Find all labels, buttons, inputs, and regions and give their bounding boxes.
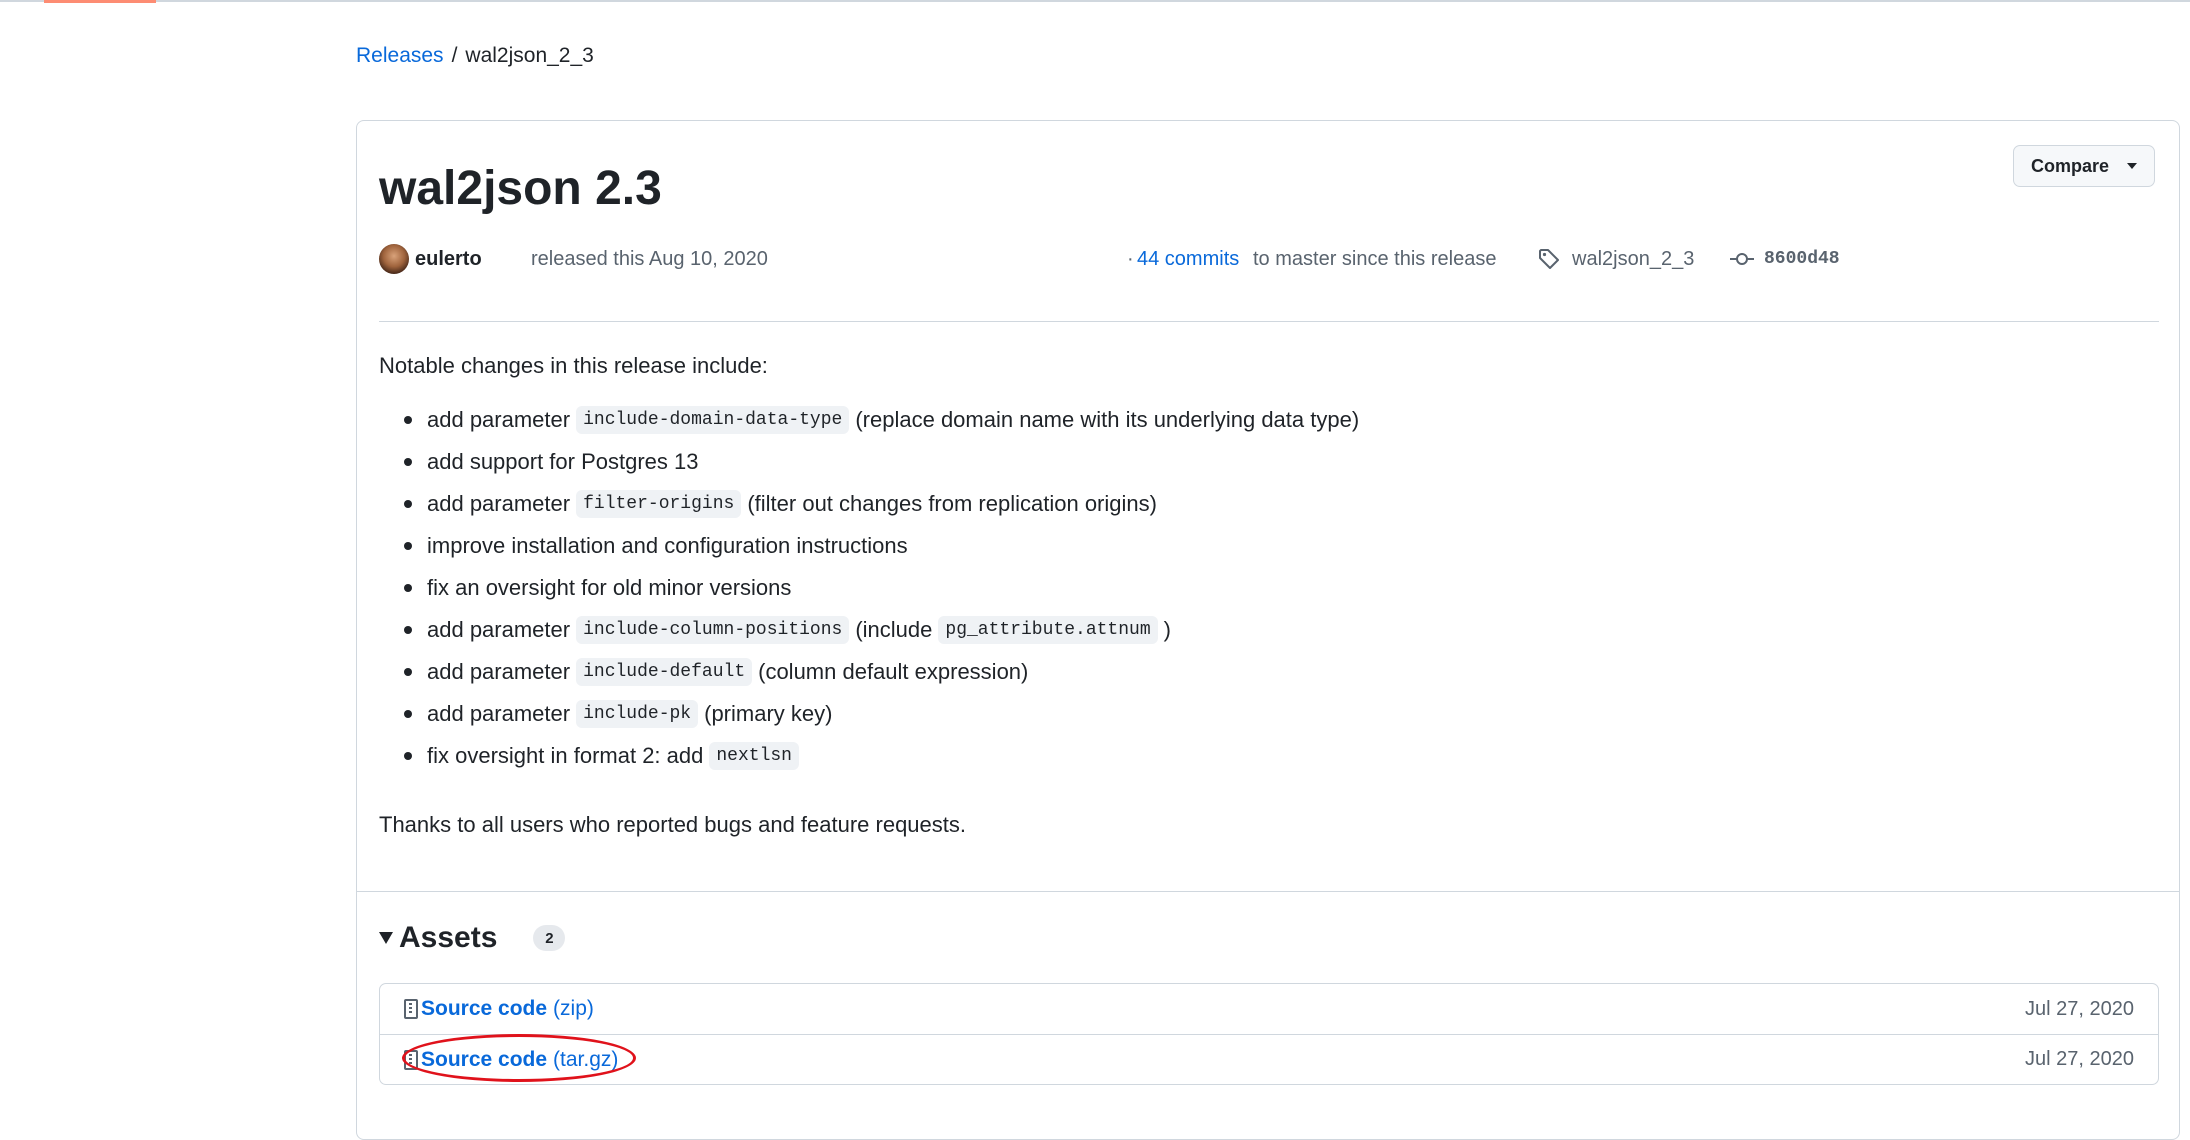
compare-button[interactable]: Compare [2013, 145, 2155, 187]
commits-link[interactable]: 44 commits [1137, 243, 1239, 275]
notes-intro: Notable changes in this release include: [379, 353, 768, 378]
asset-ext: (tar.gz) [553, 1047, 619, 1071]
asset-link-zip[interactable]: Source code (zip) [421, 997, 594, 1021]
asset-date: Jul 27, 2020 [2025, 997, 2134, 1020]
list-item: improve installation and configuration i… [379, 525, 1359, 567]
notes-list: add parameter include-domain-data-type (… [379, 399, 1359, 777]
active-tab-underline [44, 0, 156, 3]
asset-name: Source code [421, 1047, 548, 1071]
author-link[interactable]: eulerto [415, 243, 482, 275]
git-commit-icon [1729, 243, 1755, 275]
list-item: add parameter include-column-positions (… [379, 609, 1359, 651]
asset-row-targz: Source code (tar.gz) Jul 27, 2020 [380, 1034, 2158, 1084]
list-item-text: (replace domain name with its underlying… [855, 407, 1360, 432]
breadcrumb-current: wal2json_2_3 [465, 44, 594, 67]
compare-button-label: Compare [2030, 155, 2110, 176]
inline-code: filter-origins [576, 490, 742, 518]
list-item-text: ) [1163, 617, 1171, 642]
assets-divider [357, 891, 2179, 892]
asset-date: Jul 27, 2020 [2025, 1048, 2134, 1070]
list-item-text: (include [855, 617, 933, 642]
list-item-text: improve installation and configuration i… [427, 533, 908, 558]
list-item: fix an oversight for old minor versions [379, 567, 1359, 609]
inline-code: pg_attribute.attnum [938, 616, 1158, 644]
list-item: add parameter include-pk (primary key) [379, 693, 1359, 735]
tag-link[interactable]: wal2json_2_3 [1572, 243, 1694, 275]
asset-ext: (zip) [553, 997, 594, 1020]
list-item-text: (primary key) [704, 701, 833, 726]
breadcrumb-separator: / [451, 44, 458, 67]
list-item-text: (column default expression) [758, 659, 1029, 684]
list-item-text: fix oversight in format 2: add [427, 743, 704, 768]
asset-row-zip: Source code (zip) Jul 27, 2020 [380, 984, 2158, 1034]
file-zip-icon [404, 999, 418, 1019]
list-item: fix oversight in format 2: add nextlsn [379, 735, 1359, 777]
list-item: add support for Postgres 13 [379, 441, 1359, 483]
breadcrumb: Releases / wal2json_2_3 [356, 42, 594, 70]
notes-outro: Thanks to all users who reported bugs an… [379, 812, 967, 837]
release-title: wal2json 2.3 [379, 162, 662, 215]
inline-code: nextlsn [709, 742, 799, 770]
list-item-text: add parameter [427, 701, 571, 726]
commits-dot: · [1127, 247, 1134, 270]
inline-code: include-domain-data-type [576, 406, 850, 434]
list-item-text: add parameter [427, 491, 571, 516]
breadcrumb-releases-link[interactable]: Releases [356, 42, 444, 70]
asset-link-targz[interactable]: Source code (tar.gz) [421, 1048, 618, 1072]
list-item-text: add support for Postgres 13 [427, 449, 699, 474]
released-text: released this Aug 10, 2020 [531, 247, 768, 270]
avatar[interactable] [379, 244, 409, 274]
header-border [0, 0, 2190, 2]
release-card: wal2json 2.3 Compare eulerto released th… [356, 120, 2180, 1140]
list-item-text: fix an oversight for old minor versions [427, 575, 792, 600]
list-item-text: add parameter [427, 659, 571, 684]
inline-code: include-pk [576, 700, 699, 728]
assets-toggle[interactable]: Assets 2 [379, 921, 566, 955]
assets-list: Source code (zip) Jul 27, 2020 Source co… [379, 983, 2159, 1085]
list-item-text: add parameter [427, 407, 571, 432]
list-item: add parameter include-default (column de… [379, 651, 1359, 693]
assets-heading: Assets [399, 921, 498, 954]
list-item: add parameter include-domain-data-type (… [379, 399, 1359, 441]
commits-suffix: to master since this release [1253, 247, 1497, 270]
chevron-down-icon [2127, 163, 2138, 169]
release-meta: eulerto released this Aug 10, 2020 · 44 … [379, 243, 2159, 275]
asset-name: Source code [421, 997, 548, 1020]
meta-divider [379, 321, 2159, 322]
list-item: add parameter filter-origins (filter out… [379, 483, 1359, 525]
tag-icon [1537, 243, 1561, 275]
inline-code: include-column-positions [576, 616, 850, 644]
list-item-text: (filter out changes from replication ori… [747, 491, 1157, 516]
assets-count-badge: 2 [533, 925, 566, 951]
triangle-down-icon [379, 932, 393, 944]
inline-code: include-default [576, 658, 753, 686]
commit-sha-link[interactable]: 8600d48 [1764, 243, 1840, 275]
file-zip-icon [404, 1049, 418, 1070]
list-item-text: add parameter [427, 617, 571, 642]
